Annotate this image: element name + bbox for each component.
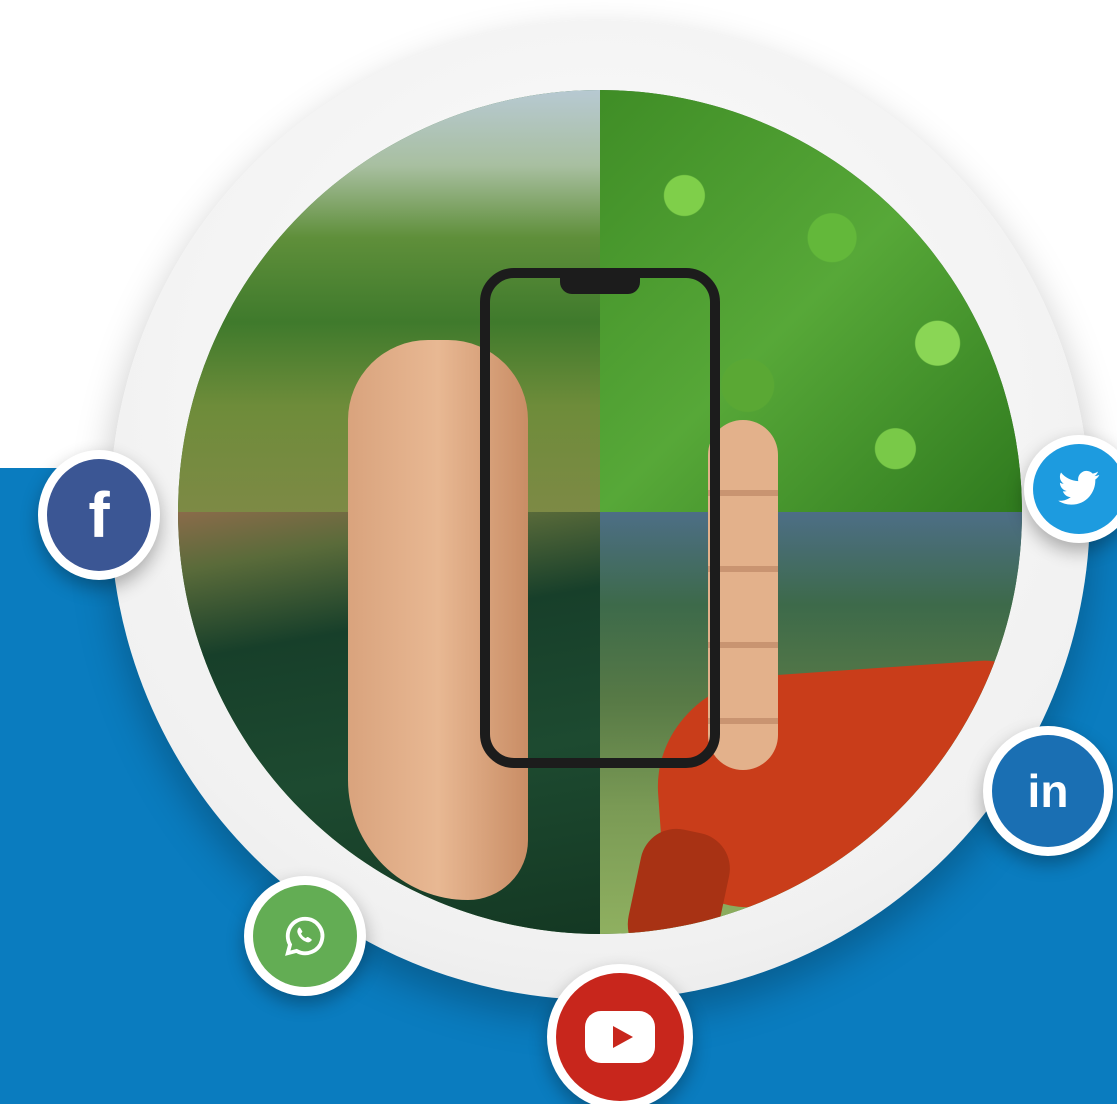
linkedin-button[interactable]: in (983, 726, 1113, 856)
whatsapp-icon (253, 885, 357, 987)
facebook-icon: f (47, 459, 151, 571)
whatsapp-glyph-icon (285, 916, 325, 956)
whatsapp-button[interactable] (244, 876, 366, 996)
youtube-play-icon (585, 1011, 655, 1063)
facebook-glyph: f (88, 479, 110, 551)
hero-graphic: f in (0, 0, 1117, 1104)
twitter-bird-icon (1058, 470, 1100, 505)
collage-photo (178, 90, 1022, 934)
smartphone-frame (480, 268, 720, 768)
youtube-icon (556, 973, 684, 1101)
linkedin-glyph: in (1027, 765, 1069, 817)
twitter-icon (1033, 444, 1117, 534)
linkedin-icon: in (992, 735, 1104, 847)
phone-notch (560, 276, 640, 294)
youtube-button[interactable] (547, 964, 693, 1104)
facebook-button[interactable]: f (38, 450, 160, 580)
